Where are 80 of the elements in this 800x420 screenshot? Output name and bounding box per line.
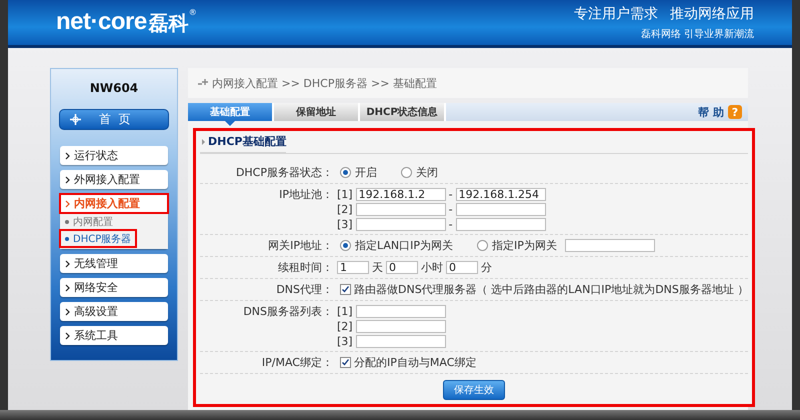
chevron-icon [65,260,70,268]
nav-item[interactable]: 高级设置 [60,302,168,321]
chevron-icon [65,200,70,208]
radio-label: 开启 [355,164,377,180]
index-label: [2] [337,320,353,332]
nav-subitem[interactable]: DHCP服务器 [60,230,136,247]
radio-button[interactable] [401,166,412,178]
tab[interactable]: 基础配置 [188,103,274,121]
registered-mark: ® [188,8,197,17]
input-field[interactable]: 192.168.1.254 [456,188,546,200]
input-field[interactable] [356,334,446,348]
dash-separator: - [448,188,453,200]
field-label: 网关IP地址： [267,238,333,253]
input-field[interactable]: 1 [337,260,369,274]
input-field[interactable]: 0 [386,260,418,274]
tagline-text: 磊科网络 引导业界新潮流 [640,28,754,40]
checkbox-label: 路由器做DNS代理服务器（ 选中后路由器的LAN口IP地址就为DNS服务器地址 ） [354,282,748,296]
dash-separator: - [448,218,453,230]
bullet-icon [65,220,69,224]
nav-item[interactable]: 内网接入配置 [60,194,168,213]
tab[interactable]: 保留地址 [274,103,360,121]
field-label: DHCP服务器状态： [234,165,333,180]
logo-chinese-text: 磊科 [148,10,189,37]
radio-button[interactable] [340,166,351,178]
radio-button[interactable] [340,240,351,250]
tab[interactable]: DHCP状态信息 [360,103,446,121]
field-label: IP地址池： [278,187,333,203]
nav-item[interactable]: 无线管理 [60,254,168,273]
nav-subitem[interactable]: 内网配置 [60,213,118,230]
field-label: DNS服务器列表： [242,304,333,320]
section-title: DHCP基础配置 [200,131,286,153]
field-label: DNS代理： [275,282,333,297]
slogan-text: 推动网络应用 [670,4,754,22]
input-field[interactable]: 192.168.1.2 [356,188,446,200]
logo-text: net·core [56,8,147,36]
nav-item[interactable]: 系统工具 [60,326,168,345]
chevron-icon [65,332,70,340]
checkbox-label: 分配的IP自动与MAC绑定 [354,354,476,370]
input-field[interactable] [356,304,446,318]
index-label: [3] [337,334,353,348]
bullet-icon [65,237,69,241]
index-label: [2] [337,202,353,216]
nav-item[interactable]: 外网接入配置 [60,170,168,189]
slogan-text: 专注用户需求 [574,4,658,22]
field-label: IP/MAC绑定： [260,355,333,370]
unit-label: 天 [372,260,383,274]
triangle-icon [202,138,205,144]
nav-item[interactable]: 网络安全 [60,278,168,297]
crosshair-icon [70,114,81,125]
chevron-icon [65,176,70,184]
save-button[interactable]: 保存生效 [443,380,506,400]
unit-label: 小时 [421,260,443,274]
home-button[interactable]: 首 页 [59,109,169,130]
field-label: 续租时间： [277,260,333,275]
radio-button[interactable] [477,240,488,250]
model-name: NW604 [90,81,138,95]
index-label: [3] [337,218,353,230]
dash-separator: - [448,202,453,216]
help-link[interactable]: 帮 助 [698,104,724,120]
chevron-icon [65,152,70,160]
nav-item[interactable]: 运行状态 [60,146,168,165]
plus-icon [198,79,208,87]
radio-label: 指定IP为网关 [492,238,557,252]
input-field[interactable] [456,218,546,230]
input-field[interactable] [456,202,546,216]
chevron-icon [65,284,70,292]
input-field[interactable] [356,218,446,230]
index-label: [1] [337,304,353,318]
input-field[interactable] [356,202,446,216]
input-field[interactable]: 0 [446,260,478,274]
radio-label: 指定LAN口IP为网关 [355,238,454,252]
index-label: [1] [337,188,353,200]
breadcrumb-text: 内网接入配置 >> DHCP服务器 >> 基础配置 [212,76,437,90]
radio-label: 关闭 [416,164,438,180]
unit-label: 分 [481,260,492,274]
checkbox[interactable] [340,284,351,294]
input-field[interactable] [564,238,655,252]
input-field[interactable] [356,320,446,332]
chevron-icon [65,308,70,316]
checkbox[interactable] [340,356,351,368]
